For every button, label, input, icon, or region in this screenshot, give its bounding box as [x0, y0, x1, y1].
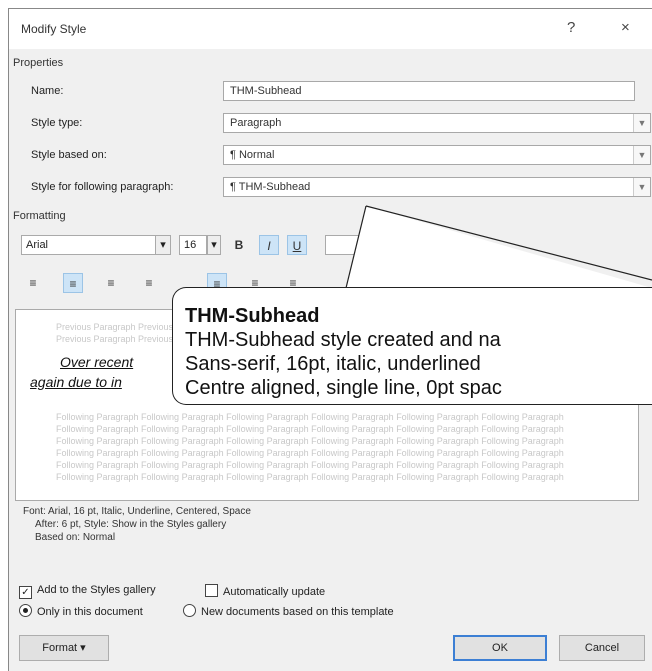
annotation-callout: THM-Subhead THM-Subhead style created an… [172, 287, 652, 405]
callout-line2: Sans-serif, 16pt, italic, underlined [185, 353, 481, 375]
callout-line3: Centre aligned, single line, 0pt spac [185, 377, 502, 399]
callout-line1: THM-Subhead style created and na [185, 329, 501, 351]
callout-title: THM-Subhead [185, 305, 320, 327]
